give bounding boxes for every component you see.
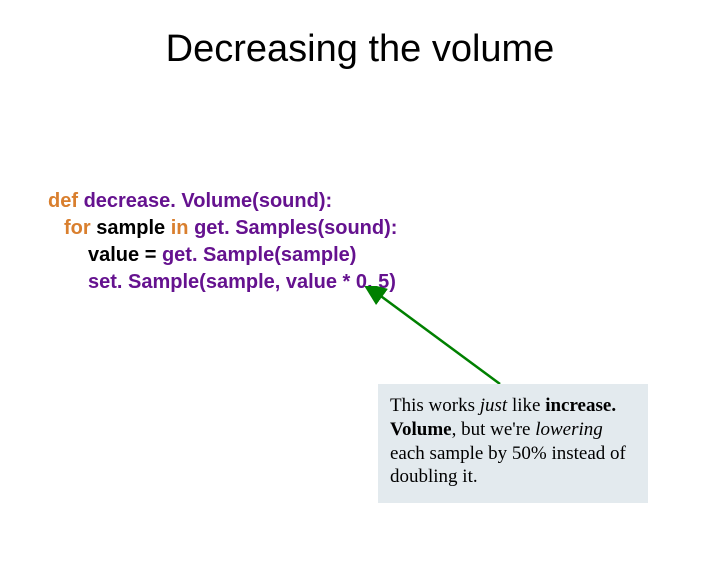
callout-lowering: lowering bbox=[535, 419, 603, 440]
assign-value: value = bbox=[88, 244, 162, 266]
fn-get-samples: get. Samples(sound): bbox=[194, 217, 397, 239]
code-line-4: set. Sample(sample, value * 0. 5) bbox=[88, 269, 397, 296]
fn-set-sample: set. Sample(sample, value * 0. 5) bbox=[88, 271, 396, 293]
arrow-icon bbox=[360, 286, 530, 396]
code-line-3: value = get. Sample(sample) bbox=[88, 242, 397, 269]
keyword-def: def bbox=[48, 190, 78, 212]
fn-get-sample: get. Sample(sample) bbox=[162, 244, 357, 266]
callout-just: just bbox=[480, 395, 507, 416]
fn-decrease-volume: decrease. Volume(sound): bbox=[84, 190, 333, 212]
callout-text-2: like bbox=[507, 395, 545, 416]
callout-text-4: each sample by 50% instead of doubling i… bbox=[390, 443, 626, 488]
callout-box: This works just like increase. Volume, b… bbox=[378, 384, 648, 503]
callout-text-1: This works bbox=[390, 395, 480, 416]
keyword-in: in bbox=[171, 217, 189, 239]
slide-title: Decreasing the volume bbox=[0, 28, 720, 71]
var-sample: sample bbox=[96, 217, 165, 239]
keyword-for: for bbox=[64, 217, 91, 239]
callout-text-3: , but we're bbox=[452, 419, 536, 440]
code-line-1: def decrease. Volume(sound): bbox=[48, 188, 397, 215]
code-block: def decrease. Volume(sound): for sample … bbox=[48, 188, 397, 296]
code-line-2: for sample in get. Samples(sound): bbox=[64, 215, 397, 242]
